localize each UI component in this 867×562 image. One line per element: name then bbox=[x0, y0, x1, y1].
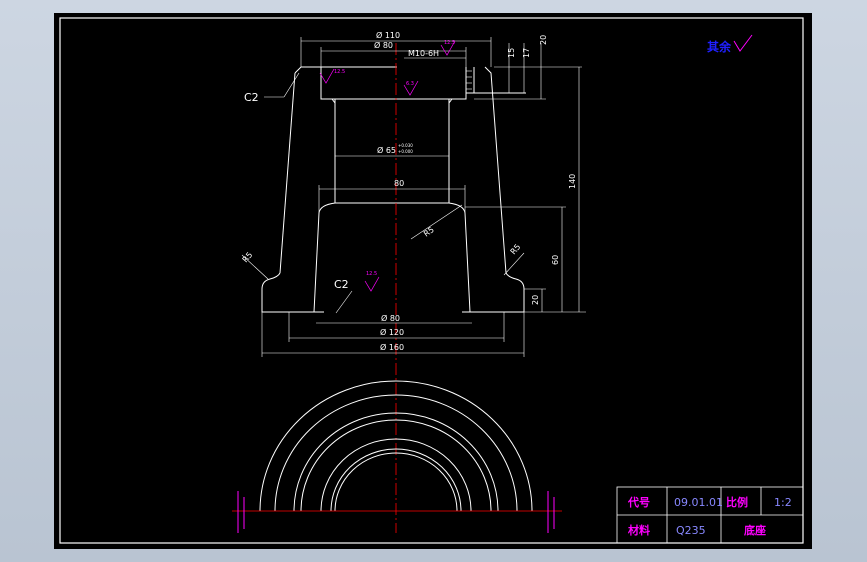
roughness-symbols bbox=[319, 40, 456, 292]
title-material-value: Q235 bbox=[676, 524, 706, 537]
dim-h60: 60 bbox=[551, 255, 560, 265]
dim-d80-top: Ø 80 bbox=[374, 40, 393, 50]
dim-h20-top: 20 bbox=[539, 35, 548, 45]
chamfer-label-top: C2 bbox=[244, 91, 259, 104]
title-part-name: 底座 bbox=[744, 523, 766, 537]
dim-r5-center: R5 bbox=[422, 225, 436, 238]
dim-d110: Ø 110 bbox=[376, 30, 400, 40]
dim-r5-left: R5 bbox=[241, 250, 255, 264]
title-scale-value: 1:2 bbox=[774, 496, 792, 509]
dim-h140: 140 bbox=[568, 174, 577, 189]
dim-thread: M10-6H bbox=[408, 49, 439, 58]
chamfer-label-bottom: C2 bbox=[334, 278, 349, 291]
dim-d160: Ø 160 bbox=[380, 342, 404, 352]
title-code-value: 09.01.01 bbox=[674, 496, 723, 509]
roughness-r4: 12.5 bbox=[366, 271, 377, 277]
dim-d65-tol-upper: +0.030 bbox=[398, 143, 413, 148]
roughness-r1: 12.5 bbox=[334, 69, 345, 75]
thread-hatch bbox=[466, 70, 472, 90]
dim-r5-right: R5 bbox=[509, 242, 523, 256]
roughness-r3: 6.3 bbox=[406, 81, 414, 87]
title-scale-label: 比例 bbox=[726, 495, 748, 509]
dim-d65: Ø 65 bbox=[377, 145, 396, 155]
rest-note: 其余 bbox=[707, 39, 732, 54]
cad-viewport[interactable]: Ø 110 Ø 80 M10-6H 15 17 20 140 Ø 65 +0.0… bbox=[54, 13, 812, 549]
title-code-label: 代号 bbox=[627, 495, 650, 509]
dim-d120: Ø 120 bbox=[380, 327, 404, 337]
title-material-label: 材料 bbox=[628, 523, 650, 537]
technical-drawing: Ø 110 Ø 80 M10-6H 15 17 20 140 Ø 65 +0.0… bbox=[59, 17, 804, 544]
dim-h15: 15 bbox=[507, 48, 516, 58]
dim-d80-bottom: Ø 80 bbox=[381, 313, 400, 323]
dim-d65-tol-lower: +0.000 bbox=[398, 149, 413, 154]
rest-roughness-icon bbox=[733, 34, 753, 52]
dim-h17: 17 bbox=[522, 48, 531, 58]
roughness-r2: 12.5 bbox=[444, 40, 455, 46]
dim-w80: 80 bbox=[394, 179, 404, 188]
dim-h20-bottom: 20 bbox=[531, 295, 540, 305]
front-view bbox=[261, 66, 526, 313]
